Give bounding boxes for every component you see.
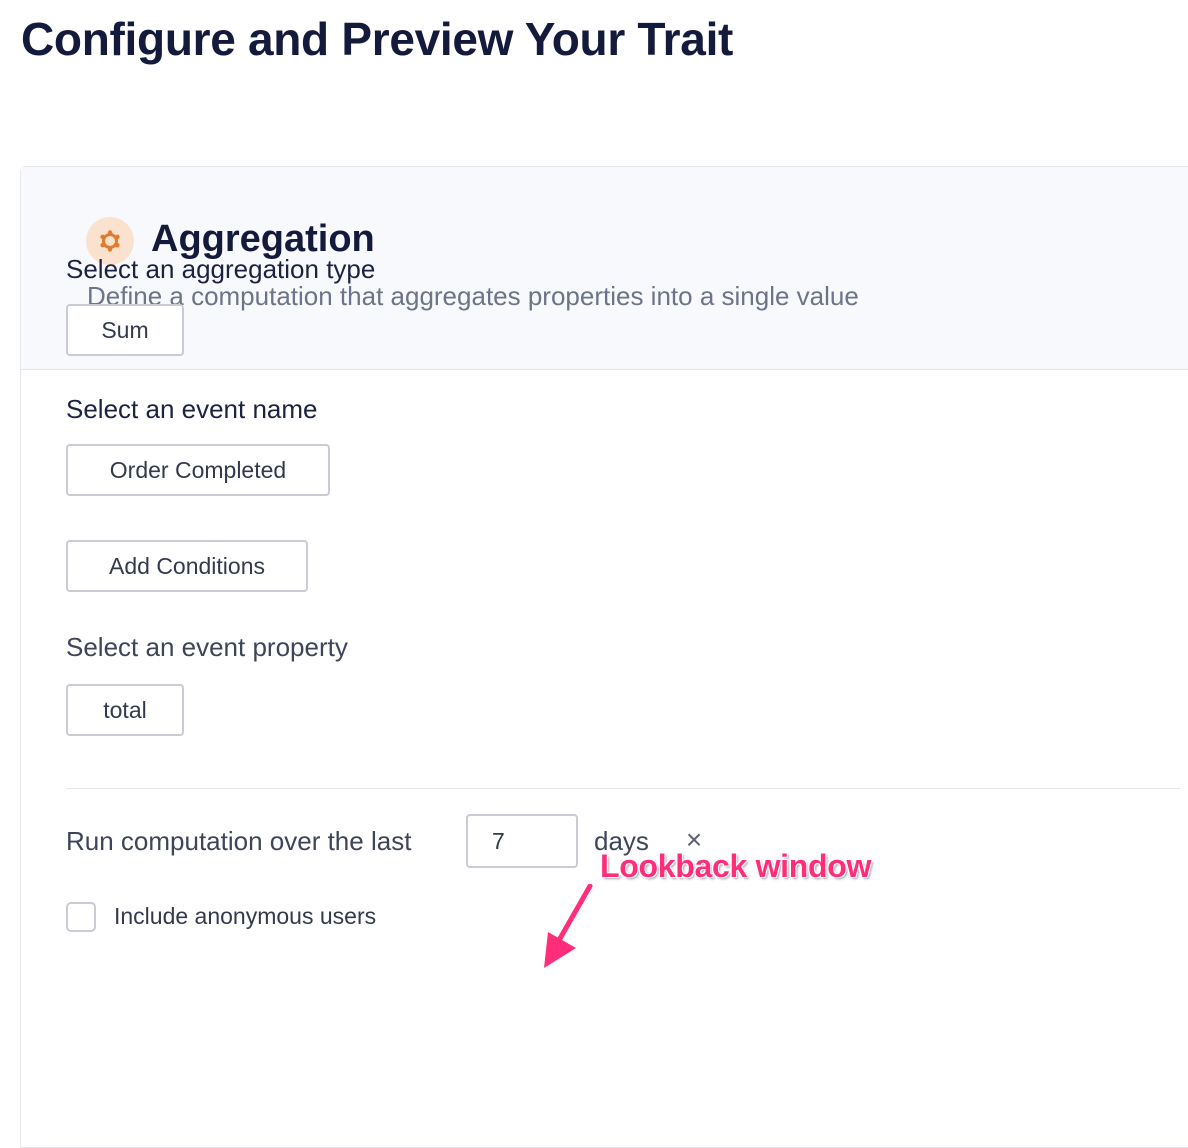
event-property-label: Select an event property: [66, 632, 348, 662]
page-title: Configure and Preview Your Trait: [21, 13, 734, 65]
aggregation-type-label: Select an aggregation type: [66, 254, 376, 284]
lookback-days-input[interactable]: [466, 814, 578, 868]
card-subtitle: Define a computation that aggregates pro…: [87, 281, 859, 311]
include-anonymous-checkbox[interactable]: [66, 902, 96, 932]
section-divider: [66, 788, 1180, 789]
event-name-label: Select an event name: [66, 394, 318, 424]
lookback-prefix-text: Run computation over the last: [66, 826, 412, 856]
lookback-annotation-label: Lookback window: [600, 848, 872, 884]
annotation-arrow-icon: [544, 884, 593, 968]
include-anonymous-label: Include anonymous users: [114, 903, 377, 929]
add-conditions-button[interactable]: Add Conditions: [66, 540, 308, 592]
aggregation-type-select[interactable]: Sum: [66, 304, 184, 356]
event-property-select[interactable]: total: [66, 684, 184, 736]
event-name-select[interactable]: Order Completed: [66, 444, 330, 496]
